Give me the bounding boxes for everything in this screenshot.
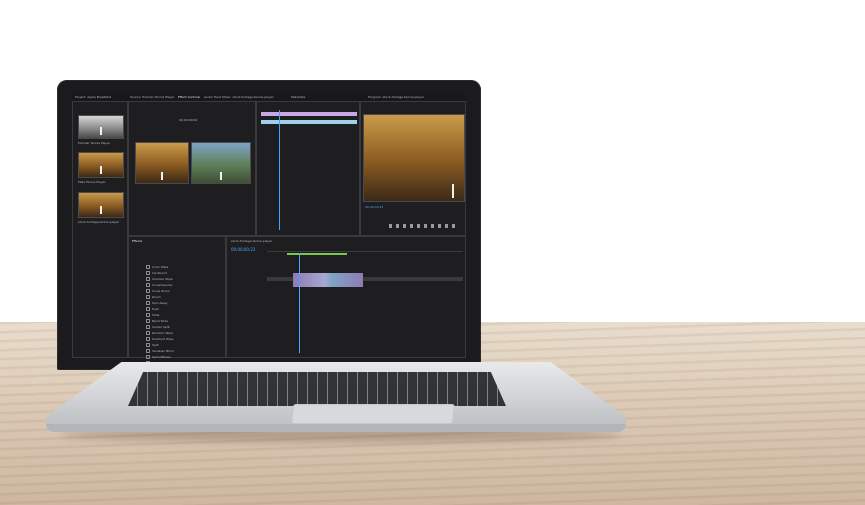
source-clip-bar[interactable] bbox=[261, 112, 357, 116]
project-panel: Premier Tennis Player Male Tennis Player… bbox=[72, 101, 128, 358]
tab-program[interactable]: Program: stock-footage-tennis-player bbox=[368, 95, 424, 99]
timeline-panel: stock-footage-tennis-player 00;00;00;23 bbox=[226, 236, 466, 358]
bin-label-1: Premier Tennis Player bbox=[78, 141, 111, 145]
effects-list: Color Wipe Iris Round Checker Wipe Crossdis… bbox=[146, 264, 224, 371]
source-frame-right bbox=[191, 142, 251, 184]
effect-icon bbox=[146, 283, 150, 287]
timeline-clip[interactable] bbox=[293, 273, 363, 287]
effect-icon bbox=[146, 289, 150, 293]
effect-label: Split bbox=[152, 343, 159, 347]
source-frame-left bbox=[135, 142, 189, 184]
effect-icon bbox=[146, 355, 150, 359]
effect-controls-panel: 00;00;00;00 bbox=[128, 101, 256, 236]
effect-icon bbox=[146, 313, 150, 317]
bin-thumb-2[interactable] bbox=[78, 152, 124, 178]
bin-label-2: Male Tennis Player bbox=[78, 180, 106, 184]
laptop-screen: Project: Apple Breakfast Source: Premier… bbox=[72, 93, 466, 358]
effect-label: Zoom bbox=[152, 295, 161, 299]
effect-label: Center Split bbox=[152, 325, 170, 329]
source-timecode: 00;00;00;00 bbox=[179, 118, 198, 122]
source-audio-bar[interactable] bbox=[261, 120, 357, 124]
keyboard bbox=[128, 372, 506, 406]
effect-icon bbox=[146, 277, 150, 281]
tab-project[interactable]: Project: Apple Breakfast bbox=[75, 95, 111, 99]
effect-icon bbox=[146, 349, 150, 353]
work-area-bar[interactable] bbox=[287, 253, 347, 255]
program-timecode: 00;00;00;23 bbox=[365, 205, 384, 209]
effect-label: Push bbox=[152, 307, 160, 311]
tab-effect-controls[interactable]: Effect Controls bbox=[178, 95, 200, 99]
timeline-timecode: 00;00;00;23 bbox=[231, 247, 256, 252]
bin-label-3: stock-footage-tennis-player bbox=[78, 220, 120, 224]
timeline-ruler[interactable] bbox=[267, 251, 463, 252]
effect-label: Random Wipe bbox=[152, 331, 173, 335]
effect-label: Venetian Blind bbox=[152, 349, 174, 353]
effect-icon bbox=[146, 295, 150, 299]
effect-label: Gradient Wipe bbox=[152, 337, 174, 341]
effect-icon bbox=[146, 265, 150, 269]
effect-label: Band Slide bbox=[152, 319, 168, 323]
bin-thumb-3[interactable] bbox=[78, 192, 124, 218]
effect-label: Spiral Boxes bbox=[152, 355, 171, 359]
effect-icon bbox=[146, 325, 150, 329]
effect-icon bbox=[146, 271, 150, 275]
effects-panel-title: Effects bbox=[132, 239, 143, 243]
effect-label: Iris Round bbox=[152, 271, 167, 275]
transport-controls[interactable] bbox=[389, 224, 459, 228]
effect-label: Checker Wipe bbox=[152, 277, 173, 281]
laptop-base-edge bbox=[46, 424, 626, 432]
effect-label: Spin Away bbox=[152, 301, 168, 305]
bin-thumb-1[interactable] bbox=[78, 115, 124, 139]
trackpad bbox=[290, 404, 456, 424]
effect-label: Cross Zoom bbox=[152, 289, 170, 293]
effect-icon bbox=[146, 331, 150, 335]
source-timeline-panel bbox=[256, 101, 360, 236]
tab-metadata[interactable]: Metadata bbox=[291, 95, 305, 99]
effect-label: Crossdissolve bbox=[152, 283, 173, 287]
effect-label: Slide bbox=[152, 313, 160, 317]
effect-icon bbox=[146, 343, 150, 347]
timeline-playhead[interactable] bbox=[299, 253, 300, 353]
program-monitor: 00;00;00;23 bbox=[360, 101, 466, 236]
effect-icon bbox=[146, 319, 150, 323]
tab-audio-mixer[interactable]: Audio Track Mixer: stock-footage-tennis-… bbox=[204, 95, 274, 99]
effect-label: Color Wipe bbox=[152, 265, 169, 269]
effect-icon bbox=[146, 301, 150, 305]
effect-icon bbox=[146, 337, 150, 341]
tab-source[interactable]: Source: Premier Tennis Player bbox=[130, 95, 174, 99]
source-playhead[interactable] bbox=[279, 110, 280, 230]
timeline-tab[interactable]: stock-footage-tennis-player bbox=[231, 239, 272, 243]
program-frame bbox=[363, 114, 465, 202]
effect-icon bbox=[146, 307, 150, 311]
